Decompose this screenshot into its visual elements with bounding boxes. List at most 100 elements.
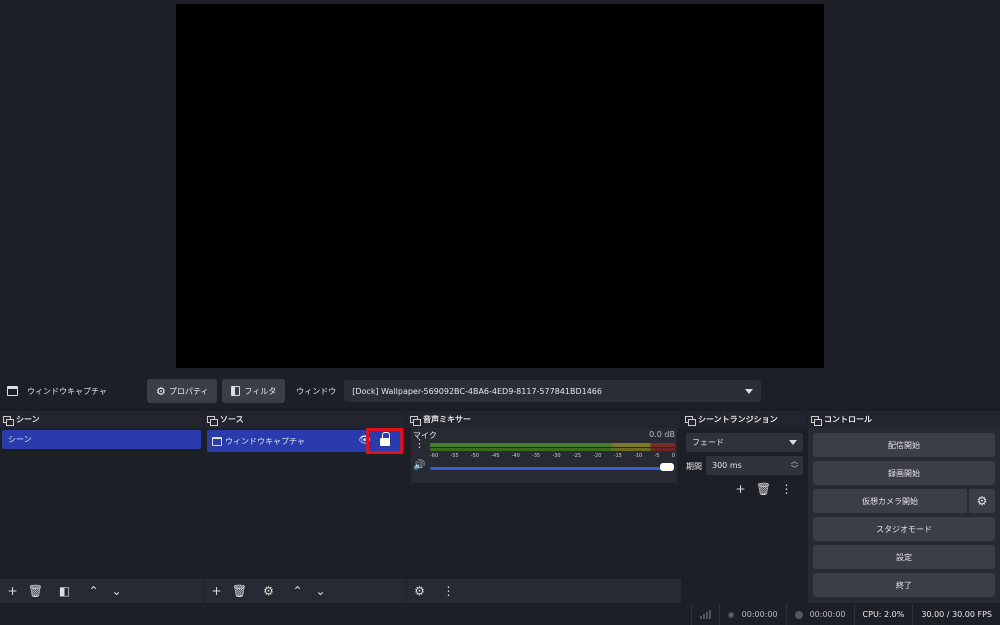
spin-arrows-icon[interactable]: ︿ ﹀ bbox=[791, 457, 798, 473]
duration-spinbox[interactable]: 300 ms ︿ ﹀ bbox=[706, 456, 803, 475]
undock-icon[interactable] bbox=[410, 416, 421, 426]
add-transition-button[interactable]: + bbox=[732, 480, 749, 497]
undock-icon[interactable] bbox=[685, 416, 696, 426]
virtual-camera-settings-button[interactable]: ⚙ bbox=[969, 489, 995, 513]
filters-button[interactable]: フィルタ bbox=[222, 379, 286, 403]
gear-icon: ⚙ bbox=[976, 494, 988, 508]
window-icon bbox=[7, 386, 18, 396]
meter-tick: -50 bbox=[470, 453, 479, 459]
meter-tick: -40 bbox=[511, 453, 520, 459]
scenes-dock-header[interactable]: シーン bbox=[0, 411, 203, 428]
scene-item[interactable]: シーン bbox=[2, 430, 201, 449]
volume-slider-thumb[interactable] bbox=[660, 463, 674, 471]
scene-item-label: シーン bbox=[8, 435, 32, 444]
exit-button[interactable]: 終了 bbox=[813, 573, 995, 597]
source-item[interactable]: ウィンドウキャプチャ 👁 bbox=[207, 428, 403, 454]
add-source-button[interactable]: + bbox=[208, 583, 225, 600]
sources-dock-title: ソース bbox=[220, 415, 244, 424]
source-toolbar-title: ウィンドウキャプチャ bbox=[7, 386, 147, 397]
record-status: 00:00:00 bbox=[785, 604, 854, 625]
move-source-up-button[interactable]: ⌃ bbox=[289, 583, 306, 600]
source-item-label: ウィンドウキャプチャ bbox=[225, 436, 305, 446]
window-label: ウィンドウ bbox=[296, 386, 337, 396]
filters-label: フィルタ bbox=[244, 386, 277, 396]
scene-transitions-body: フェード 期間 300 ms ︿ ﹀ + 🗑 ⋮ bbox=[682, 428, 807, 603]
undock-icon[interactable] bbox=[3, 416, 14, 426]
scene-transitions-dock: シーントランジション フェード 期間 300 ms ︿ ﹀ + 🗑 ⋮ bbox=[682, 410, 807, 603]
meter-tick: -15 bbox=[613, 453, 622, 459]
lock-toggle[interactable] bbox=[366, 428, 403, 454]
volume-meter bbox=[430, 443, 675, 447]
meter-tick: -25 bbox=[572, 453, 582, 459]
properties-button[interactable]: ⚙ プロパティ bbox=[147, 379, 218, 403]
sources-dock-header[interactable]: ソース bbox=[204, 411, 406, 428]
transition-buttons: + 🗑 ⋮ bbox=[732, 480, 801, 497]
start-streaming-label: 配信開始 bbox=[888, 440, 920, 450]
audio-mixer-dock: 音声ミキサー マイク 0.0 dB ⋮ -60 -55 -50 -45 -40 … bbox=[407, 410, 681, 603]
scene-transitions-dock-header[interactable]: シーントランジション bbox=[682, 411, 807, 428]
settings-button[interactable]: 設定 bbox=[813, 545, 995, 569]
source-toolbar: ウィンドウキャプチャ ⚙ プロパティ フィルタ ウィンドウ [Dock] Wal… bbox=[0, 375, 1000, 407]
start-virtual-camera-label: 仮想カメラ開始 bbox=[862, 496, 918, 506]
speaker-icon[interactable]: 🔊 bbox=[413, 460, 425, 471]
mixer-menu-button[interactable]: ⋮ bbox=[440, 583, 457, 600]
undock-icon[interactable] bbox=[207, 416, 218, 426]
mixer-channel-db: 0.0 dB bbox=[649, 430, 675, 439]
controls-body: 配信開始 録画開始 仮想カメラ開始 ⚙ スタジオモード 設定 終了 bbox=[808, 428, 1000, 603]
duration-value: 300 ms bbox=[712, 461, 742, 470]
sources-dock: ソース ウィンドウキャプチャ 👁 + 🗑 ⚙ ⌃ ⌄ bbox=[204, 410, 406, 603]
move-source-down-button[interactable]: ⌄ bbox=[312, 583, 329, 600]
window-select[interactable]: [Dock] Wallpaper-569092BC-4BA6-4ED9-8117… bbox=[344, 380, 762, 402]
preview-area bbox=[0, 0, 1000, 373]
meter-scale: -60 -55 -50 -45 -40 -35 -30 -25 -20 -15 … bbox=[430, 453, 675, 461]
start-streaming-button[interactable]: 配信開始 bbox=[813, 433, 995, 457]
audio-mixer-dock-header[interactable]: 音声ミキサー bbox=[407, 411, 681, 428]
add-scene-button[interactable]: + bbox=[4, 583, 21, 600]
stream-status: ◉ 00:00:00 bbox=[718, 604, 786, 625]
chevron-down-icon bbox=[745, 388, 754, 394]
controls-dock-header[interactable]: コントロール bbox=[808, 411, 1000, 428]
audio-mixer-footer: ⚙ ⋮ bbox=[407, 579, 681, 603]
channel-menu-icon[interactable]: ⋮ bbox=[414, 438, 425, 449]
meter-tick: -35 bbox=[532, 453, 541, 459]
source-toolbar-title-label: ウィンドウキャプチャ bbox=[27, 386, 107, 396]
transition-select-value: フェード bbox=[692, 438, 724, 447]
advanced-audio-settings-button[interactable]: ⚙ bbox=[411, 583, 428, 600]
scenes-footer: + 🗑 ◧ ⌃ ⌄ bbox=[0, 579, 203, 603]
start-recording-button[interactable]: 録画開始 bbox=[813, 461, 995, 485]
source-properties-button[interactable]: ⚙ bbox=[260, 583, 277, 600]
scenes-dock-title: シーン bbox=[16, 415, 40, 424]
controls-dock: コントロール 配信開始 録画開始 仮想カメラ開始 ⚙ スタジオモード 設定 終了 bbox=[808, 410, 1000, 603]
scene-filters-button[interactable]: ◧ bbox=[56, 583, 73, 600]
volume-slider[interactable] bbox=[430, 467, 672, 470]
move-scene-up-button[interactable]: ⌃ bbox=[85, 583, 102, 600]
meter-tick: 0 bbox=[671, 453, 675, 459]
meter-tick: -60 bbox=[430, 453, 439, 459]
undock-icon[interactable] bbox=[811, 416, 822, 426]
settings-label: 設定 bbox=[896, 552, 912, 562]
obs-main-window: ウィンドウキャプチャ ⚙ プロパティ フィルタ ウィンドウ [Dock] Wal… bbox=[0, 0, 1000, 625]
chevron-down-icon bbox=[789, 440, 797, 445]
transition-select[interactable]: フェード bbox=[686, 433, 803, 452]
remove-source-button[interactable]: 🗑 bbox=[231, 583, 248, 600]
scenes-dock: シーン シーン + 🗑 ◧ ⌃ ⌄ bbox=[0, 410, 203, 603]
preview-canvas[interactable] bbox=[176, 4, 824, 368]
broadcast-icon: ◉ bbox=[727, 610, 735, 619]
remove-transition-button[interactable]: 🗑 bbox=[755, 480, 772, 497]
filter-icon bbox=[231, 386, 241, 396]
move-scene-down-button[interactable]: ⌄ bbox=[108, 583, 125, 600]
meter-tick: -20 bbox=[593, 453, 602, 459]
meter-tick: -55 bbox=[450, 453, 459, 459]
duration-label: 期間 bbox=[686, 462, 702, 471]
window-select-value: [Dock] Wallpaper-569092BC-4BA6-4ED9-8117… bbox=[352, 386, 602, 396]
scenes-list: シーン + 🗑 ◧ ⌃ ⌄ bbox=[0, 428, 203, 603]
properties-label: プロパティ bbox=[168, 386, 209, 396]
gear-icon: ⚙ bbox=[156, 384, 166, 398]
studio-mode-button[interactable]: スタジオモード bbox=[813, 517, 995, 541]
remove-scene-button[interactable]: 🗑 bbox=[27, 583, 44, 600]
start-virtual-camera-button[interactable]: 仮想カメラ開始 bbox=[813, 489, 967, 513]
lock-icon bbox=[379, 431, 390, 446]
audio-mixer-dock-title: 音声ミキサー bbox=[423, 415, 471, 424]
volume-meter-peak bbox=[430, 448, 675, 451]
transition-menu-button[interactable]: ⋮ bbox=[778, 480, 795, 497]
